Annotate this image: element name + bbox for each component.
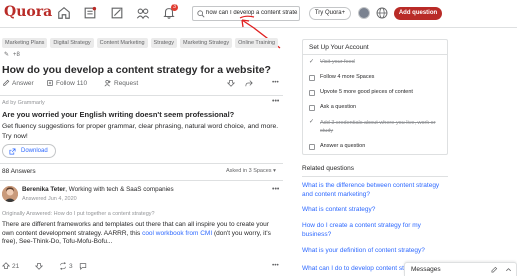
- upvote-icon: [2, 262, 10, 269]
- topic-chip[interactable]: Marketing Plans: [2, 38, 48, 48]
- topic-chip[interactable]: Marketing Strategy: [179, 38, 233, 48]
- ad-sponsor[interactable]: Ad by Grammarly: [2, 100, 45, 106]
- chevron-up-icon[interactable]: [505, 266, 512, 273]
- ad-body: Get fluency suggestions for proper gramm…: [2, 123, 279, 140]
- upvote-button[interactable]: 21: [2, 262, 19, 270]
- home-icon[interactable]: [57, 6, 71, 20]
- author-avatar[interactable]: [2, 186, 18, 202]
- edit-topics-icon[interactable]: ✎: [4, 51, 9, 58]
- ad-title[interactable]: Are you worried your English writing doe…: [2, 110, 234, 119]
- topic-chip[interactable]: Content Marketing: [96, 38, 148, 48]
- search-input[interactable]: how can I develop a content strate...: [192, 6, 300, 21]
- external-link-icon: [9, 148, 16, 155]
- language-globe-icon[interactable]: [376, 7, 388, 19]
- related-question[interactable]: What can I do to develop content strateg…: [302, 264, 406, 273]
- add-question-button[interactable]: Add question: [394, 7, 442, 20]
- search-text: how can I develop a content strate...: [206, 10, 298, 16]
- related-question[interactable]: What is the difference between content s…: [302, 181, 448, 199]
- setup-title: Set Up Your Account: [309, 44, 369, 51]
- related-question[interactable]: How do I create a content strategy for m…: [302, 221, 448, 239]
- comment-icon[interactable]: [79, 262, 87, 270]
- checkmark-icon: [309, 118, 315, 126]
- request-button[interactable]: Request: [104, 79, 138, 87]
- author-line: Berenika Teter, Working with tech & SaaS…: [22, 186, 174, 193]
- follow-count: 110: [76, 79, 88, 87]
- notification-badge: 3: [171, 4, 178, 11]
- more-topics-count[interactable]: +8: [13, 52, 20, 58]
- divider: [303, 54, 447, 55]
- author-name[interactable]: Berenika Teter: [22, 186, 65, 193]
- compose-icon[interactable]: [491, 266, 498, 273]
- related-questions-title: Related questions: [302, 165, 355, 172]
- pencil-icon: [3, 79, 10, 86]
- checkmark-icon: [309, 58, 315, 66]
- top-nav: Quora 3 how can I develop a content stra…: [0, 0, 517, 28]
- topic-chip[interactable]: Strategy: [150, 38, 178, 48]
- share-answer-icon[interactable]: 3: [59, 262, 73, 270]
- answers-count: 88 Answers: [2, 168, 36, 175]
- related-question[interactable]: What is your definition of content strat…: [302, 246, 448, 255]
- divider: [0, 180, 283, 181]
- try-quora-plus-button[interactable]: Try Quora+: [309, 7, 351, 20]
- search-icon: [197, 10, 205, 18]
- divider: [302, 176, 448, 177]
- ad-download-button[interactable]: Download: [2, 144, 56, 158]
- answer-icon[interactable]: [110, 6, 124, 20]
- downvote-icon[interactable]: [35, 262, 43, 270]
- answer-actions: 21 3 •••: [2, 262, 284, 272]
- topic-chip[interactable]: Online Training: [235, 38, 279, 48]
- checkbox[interactable]: [309, 105, 315, 111]
- author-credential: , Working with tech & SaaS companies: [65, 186, 174, 193]
- question-actions: Answer Follow 110 Request •••: [2, 79, 282, 91]
- question-title: How do you develop a content strategy fo…: [2, 64, 271, 76]
- divider: [0, 163, 283, 164]
- follow-icon: [47, 80, 53, 86]
- messages-panel[interactable]: Messages: [404, 262, 517, 276]
- answer-date[interactable]: Answered Jun 4, 2020: [22, 196, 77, 202]
- follow-button[interactable]: Follow 110: [46, 79, 87, 87]
- answer-link[interactable]: cool workbook from CMI: [142, 230, 212, 237]
- related-question[interactable]: What is content strategy?: [302, 205, 448, 214]
- answer-body: There are different frameworks and templ…: [2, 221, 271, 245]
- answer-more-icon[interactable]: •••: [272, 186, 279, 193]
- answer-actions-more-icon[interactable]: •••: [272, 262, 279, 269]
- topic-chip[interactable]: Digital Strategy: [50, 38, 94, 48]
- quora-logo[interactable]: Quora: [4, 4, 52, 20]
- following-icon[interactable]: [83, 6, 97, 20]
- spaces-icon[interactable]: [136, 6, 150, 20]
- originally-answered[interactable]: Originally Answered: How do I put togeth…: [2, 211, 155, 217]
- setup-account-card: Set Up Your Account Visit your feed Foll…: [302, 39, 448, 155]
- downvote-question-icon[interactable]: [227, 79, 235, 87]
- checkbox[interactable]: [309, 75, 315, 81]
- question-more-icon[interactable]: •••: [272, 79, 279, 86]
- answers-filter-dropdown[interactable]: Asked in 3 Spaces ▾: [226, 168, 276, 174]
- share-icon[interactable]: [245, 79, 253, 87]
- ad-more-icon[interactable]: •••: [272, 98, 279, 105]
- checkbox[interactable]: [309, 90, 315, 96]
- messages-label: Messages: [411, 266, 441, 273]
- divider: [0, 95, 283, 96]
- upvote-count: 21: [12, 262, 20, 270]
- request-icon: [104, 80, 111, 87]
- topic-list: Marketing Plans Digital Strategy Content…: [2, 38, 284, 58]
- profile-avatar[interactable]: [358, 7, 370, 19]
- checkbox[interactable]: [309, 144, 315, 150]
- answer-button[interactable]: Answer: [2, 79, 34, 87]
